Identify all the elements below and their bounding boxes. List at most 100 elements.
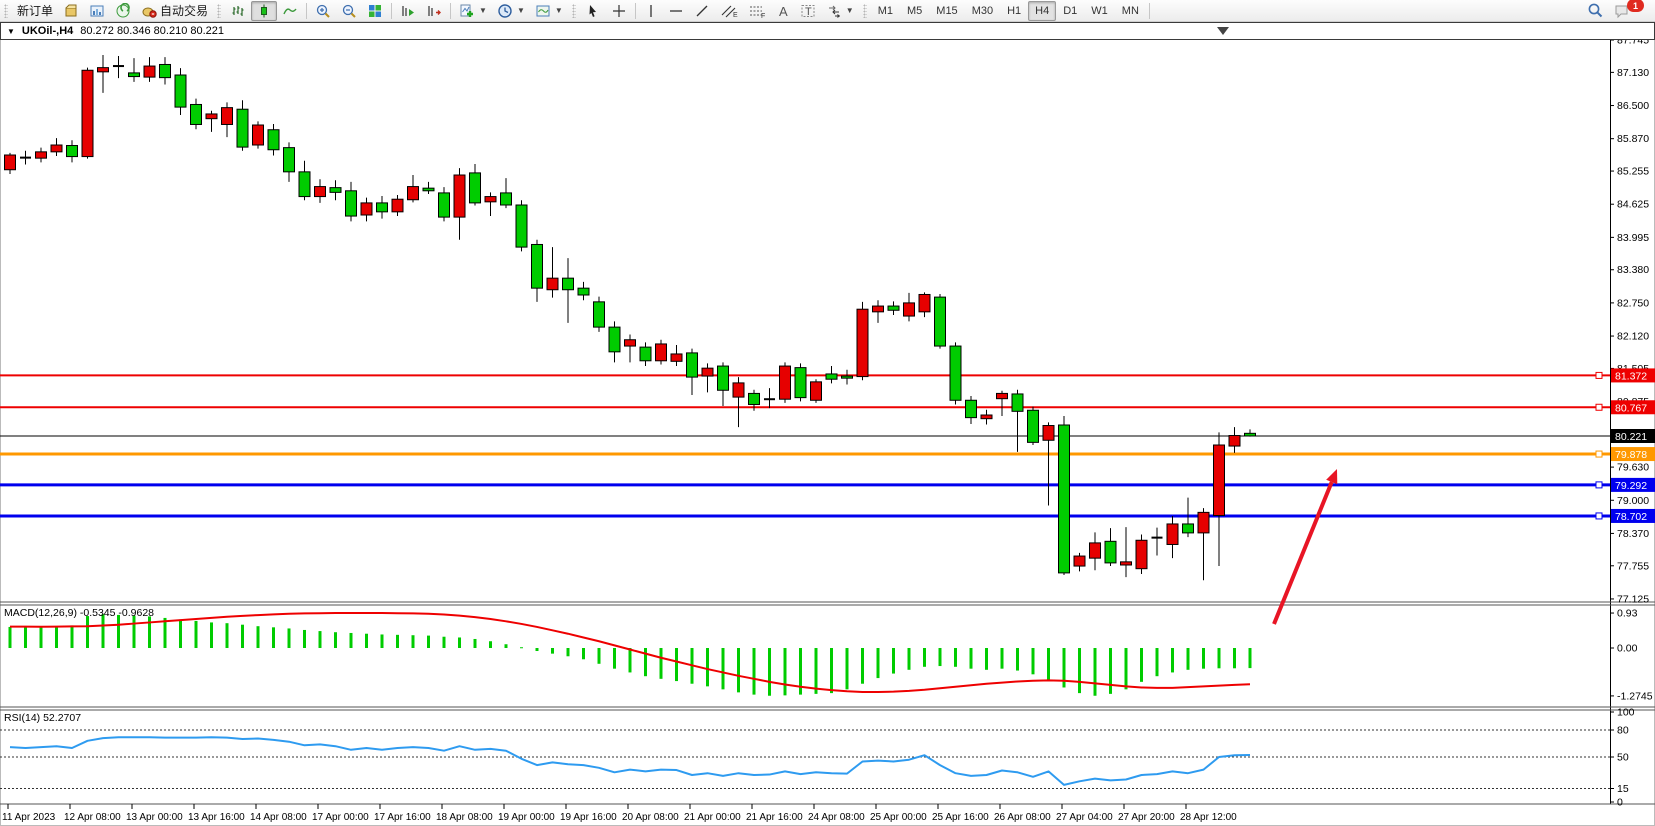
candle-body (1245, 433, 1256, 436)
chart-shift-button[interactable] (421, 1, 447, 21)
candle-body (687, 353, 698, 377)
candlestick-chart-button[interactable] (251, 1, 277, 21)
annotation-arrow-head[interactable] (1326, 469, 1337, 484)
chart-canvas[interactable]: MACD(12,26,9) -0.5345 -0.9628RSI(14) 52.… (0, 22, 1655, 826)
navigator-button[interactable] (110, 1, 136, 21)
line-drag-handle[interactable] (1596, 372, 1602, 378)
crosshair-button[interactable] (606, 1, 632, 21)
navigator-icon (115, 3, 131, 19)
candle-body (640, 347, 651, 361)
candle-body (981, 415, 992, 419)
candle-body (175, 75, 186, 107)
crosshair-icon (611, 3, 627, 19)
macd-histogram-bar (164, 618, 167, 648)
timeframe-d1[interactable]: D1 (1056, 1, 1084, 21)
macd-histogram-bar (40, 626, 43, 648)
chart-window-button[interactable] (58, 1, 84, 21)
macd-histogram-bar (1047, 648, 1050, 680)
candle-body (1183, 524, 1194, 533)
macd-histogram-bar (55, 627, 58, 648)
zoom-out-icon (341, 3, 357, 19)
candle-body (377, 203, 388, 212)
macd-histogram-bar (1140, 648, 1143, 682)
timeframe-h4[interactable]: H4 (1028, 1, 1056, 21)
toolbar-grip[interactable] (572, 4, 576, 18)
macd-histogram-bar (815, 648, 818, 694)
line-drag-handle[interactable] (1596, 404, 1602, 410)
candle-body (144, 66, 155, 77)
line-drag-handle[interactable] (1596, 451, 1602, 457)
templates-button[interactable]: ▼ (530, 1, 568, 21)
macd-histogram-bar (1001, 648, 1004, 669)
chart-window-icon (89, 3, 105, 19)
bar-chart-button[interactable] (225, 1, 251, 21)
chart-shift-marker[interactable] (1217, 27, 1229, 35)
timeframe-mn[interactable]: MN (1115, 1, 1146, 21)
macd-histogram-bar (381, 634, 384, 648)
price-scale[interactable] (1610, 40, 1655, 804)
notifications-button[interactable]: 1 (1609, 1, 1649, 21)
macd-histogram-bar (753, 648, 756, 695)
candle-body (966, 400, 977, 417)
mt4-window: { "toolbar": { "new_order_label": "新订单",… (0, 0, 1655, 826)
label-button[interactable]: T (795, 1, 821, 21)
auto-trading-button[interactable]: 自动交易 (136, 1, 213, 21)
tile-windows-button[interactable] (362, 1, 388, 21)
shapes-button[interactable]: ▼ (821, 1, 859, 21)
horizontal-line-button[interactable] (663, 1, 689, 21)
candle-body (408, 187, 419, 200)
timeframe-m15[interactable]: M15 (929, 1, 964, 21)
time-scale[interactable] (0, 804, 1655, 826)
data-window-button[interactable] (84, 1, 110, 21)
candle-body (997, 393, 1008, 398)
text-button[interactable]: A (771, 1, 795, 21)
trendline-button[interactable] (689, 1, 715, 21)
timeframe-m1[interactable]: M1 (871, 1, 900, 21)
auto-scroll-button[interactable] (395, 1, 421, 21)
candle-body (330, 188, 341, 193)
line-chart-button[interactable] (277, 1, 303, 21)
timeframe-m5[interactable]: M5 (900, 1, 929, 21)
candle-body (454, 175, 465, 217)
line-drag-handle[interactable] (1596, 482, 1602, 488)
macd-histogram-bar (567, 648, 570, 656)
timeframe-h1[interactable]: H1 (1000, 1, 1028, 21)
channel-button[interactable]: E (715, 1, 743, 21)
macd-histogram-bar (24, 627, 27, 648)
line-drag-handle[interactable] (1596, 513, 1602, 519)
toolbar-separator (306, 3, 307, 19)
candle-body (346, 191, 357, 216)
toolbar-grip[interactable] (863, 4, 867, 18)
macd-histogram-bar (1187, 648, 1190, 670)
macd-histogram-bar (117, 615, 120, 648)
zoom-in-icon (315, 3, 331, 19)
timeframe-w1[interactable]: W1 (1084, 1, 1115, 21)
indicators-button[interactable]: ▼ (454, 1, 492, 21)
candle-body (935, 297, 946, 346)
candle-body (656, 344, 667, 361)
macd-histogram-bar (365, 634, 368, 648)
fibonacci-button[interactable]: F (743, 1, 771, 21)
macd-histogram-bar (9, 627, 12, 648)
new-order-button[interactable]: 新订单 (12, 1, 58, 21)
annotation-arrow[interactable] (1274, 482, 1332, 624)
toolbar-grip[interactable] (217, 4, 221, 18)
candle-body (888, 306, 899, 310)
indicators-icon (459, 3, 475, 19)
periods-button[interactable]: ▼ (492, 1, 530, 21)
zoom-out-button[interactable] (336, 1, 362, 21)
candle-body (268, 130, 279, 150)
macd-histogram-bar (551, 648, 554, 654)
cursor-button[interactable] (580, 1, 606, 21)
search-button[interactable] (1582, 1, 1609, 21)
macd-histogram-bar (71, 625, 74, 648)
vertical-line-button[interactable] (639, 1, 663, 21)
zoom-in-button[interactable] (310, 1, 336, 21)
toolbar-grip[interactable] (4, 4, 8, 18)
fibonacci-icon: F (748, 3, 766, 19)
chart-menu-arrow[interactable]: ▼ (7, 27, 15, 36)
macd-histogram-bar (179, 619, 182, 648)
timeframe-m30[interactable]: M30 (965, 1, 1000, 21)
macd-histogram-bar (334, 632, 337, 648)
candle-body (501, 193, 512, 205)
